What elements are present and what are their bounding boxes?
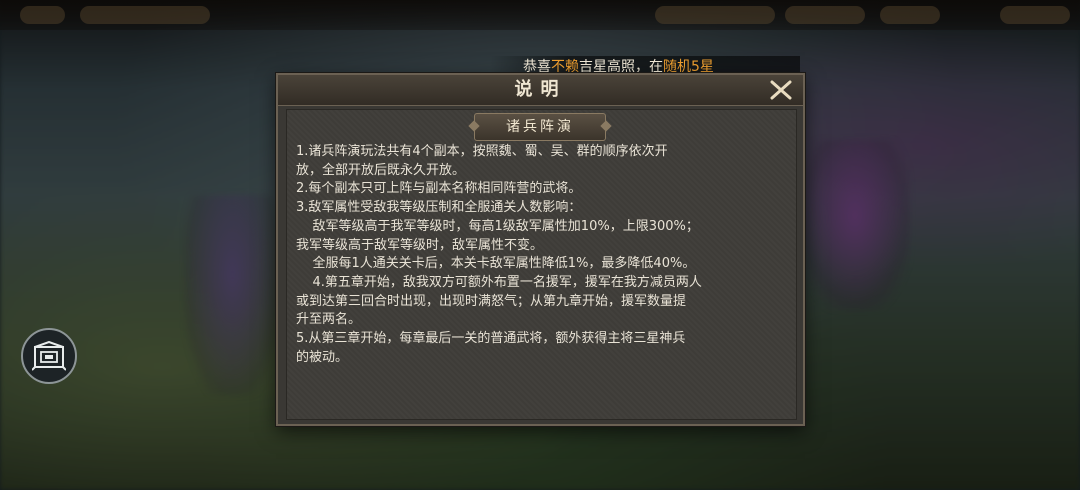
close-x-icon	[770, 80, 792, 100]
rules-line: 3.敌军属性受敌我等级压制和全服通关人数影响：	[296, 200, 582, 216]
rules-line: 放，全部开放后既永久开放。	[296, 162, 466, 178]
rules-line: 我军等级高于敌军等级时，敌军属性不变。	[296, 237, 544, 253]
book-icon	[32, 341, 66, 371]
rules-line: 敌军等级高于我军等级时，每高1级敌军属性加10%，上限300%；	[296, 218, 699, 234]
description-dialog: 说明 诸兵阵演 1.诸兵阵演玩法共有4个副本，按照魏、蜀、吴、群的顺序依次开 放…	[276, 73, 805, 426]
rules-line: 或到达第三回合时出现，出现时满怒气；从第九章开始，援军数量提	[296, 293, 687, 309]
rules-line: 全服每1人通关关卡后，本关卡敌军属性降低1%，最多降低40%。	[296, 256, 696, 272]
rules-line: 的被动。	[296, 349, 349, 365]
rules-text: 1.诸兵阵演玩法共有4个副本，按照魏、蜀、吴、群的顺序依次开 放，全部开放后既永…	[296, 143, 791, 367]
rules-line: 1.诸兵阵演玩法共有4个副本，按照魏、蜀、吴、群的顺序依次开	[296, 144, 668, 159]
side-menu-button[interactable]	[21, 328, 77, 384]
section-title: 诸兵阵演	[474, 113, 606, 141]
rules-line: 升至两名。	[296, 312, 362, 328]
rules-line: 2.每个副本只可上阵与副本名称相同阵营的武将。	[296, 181, 582, 197]
rules-line: 5.从第三章开始，每章最后一关的普通武将，额外获得主将三星神兵	[296, 331, 686, 347]
close-button[interactable]	[768, 78, 794, 102]
dialog-title: 说明	[514, 79, 567, 100]
rules-line: 4.第五章开始，敌我双方可额外布置一名援军，援军在我方减员两人	[296, 274, 702, 290]
